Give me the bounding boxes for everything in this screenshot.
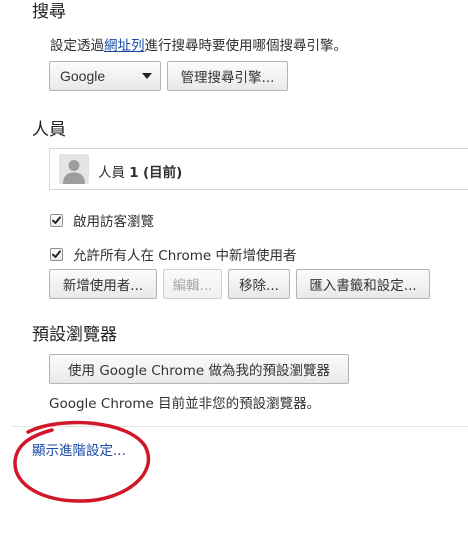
import-bookmarks-button[interactable]: 匯入書籤和設定... [296, 269, 430, 299]
default-browser-status: Google Chrome 目前並非您的預設瀏覽器。 [49, 396, 321, 412]
search-description-prefix: 設定透過 [50, 38, 104, 54]
checkmark-icon [52, 215, 61, 224]
omnibox-link[interactable]: 網址列 [104, 38, 145, 54]
section-divider [12, 426, 468, 427]
person-icon [63, 160, 85, 184]
dropdown-arrow-icon [142, 73, 152, 79]
search-section-title: 搜尋 [32, 2, 66, 22]
profile-status: (目前) [143, 165, 183, 181]
edit-user-button[interactable]: 編輯... [163, 269, 222, 299]
guest-browsing-label: 啟用訪客瀏覽 [73, 214, 154, 230]
add-anyone-label: 允許所有人在 Chrome 中新增使用者 [73, 248, 297, 264]
avatar [59, 154, 89, 184]
remove-user-button[interactable]: 移除... [228, 269, 290, 299]
show-advanced-settings-link[interactable]: 顯示進階設定... [32, 439, 126, 459]
guest-browsing-option[interactable]: 啟用訪客瀏覽 [50, 210, 154, 230]
make-default-browser-button[interactable]: 使用 Google Chrome 做為我的預設瀏覽器 [49, 354, 349, 384]
profile-row[interactable]: 人員 1 (目前) [98, 161, 182, 181]
checkmark-icon [52, 249, 61, 258]
default-browser-section-title: 預設瀏覽器 [32, 325, 117, 345]
add-anyone-checkbox[interactable] [50, 247, 63, 261]
people-section-title: 人員 [32, 120, 66, 140]
add-user-button[interactable]: 新增使用者... [49, 269, 157, 299]
search-engine-select[interactable]: Google [49, 61, 161, 91]
profile-name: 人員 [98, 165, 125, 181]
manage-search-engines-button[interactable]: 管理搜尋引擎... [167, 61, 288, 91]
add-anyone-option[interactable]: 允許所有人在 Chrome 中新增使用者 [50, 244, 297, 264]
guest-browsing-checkbox[interactable] [50, 213, 63, 227]
profile-number: 1 [129, 165, 139, 181]
search-description-suffix: 進行搜尋時要使用哪個搜尋引擎。 [144, 38, 348, 54]
profile-list: 人員 1 (目前) [49, 148, 468, 190]
search-engine-selected: Google [60, 68, 106, 84]
search-description: 設定透過網址列進行搜尋時要使用哪個搜尋引擎。 [50, 34, 347, 54]
